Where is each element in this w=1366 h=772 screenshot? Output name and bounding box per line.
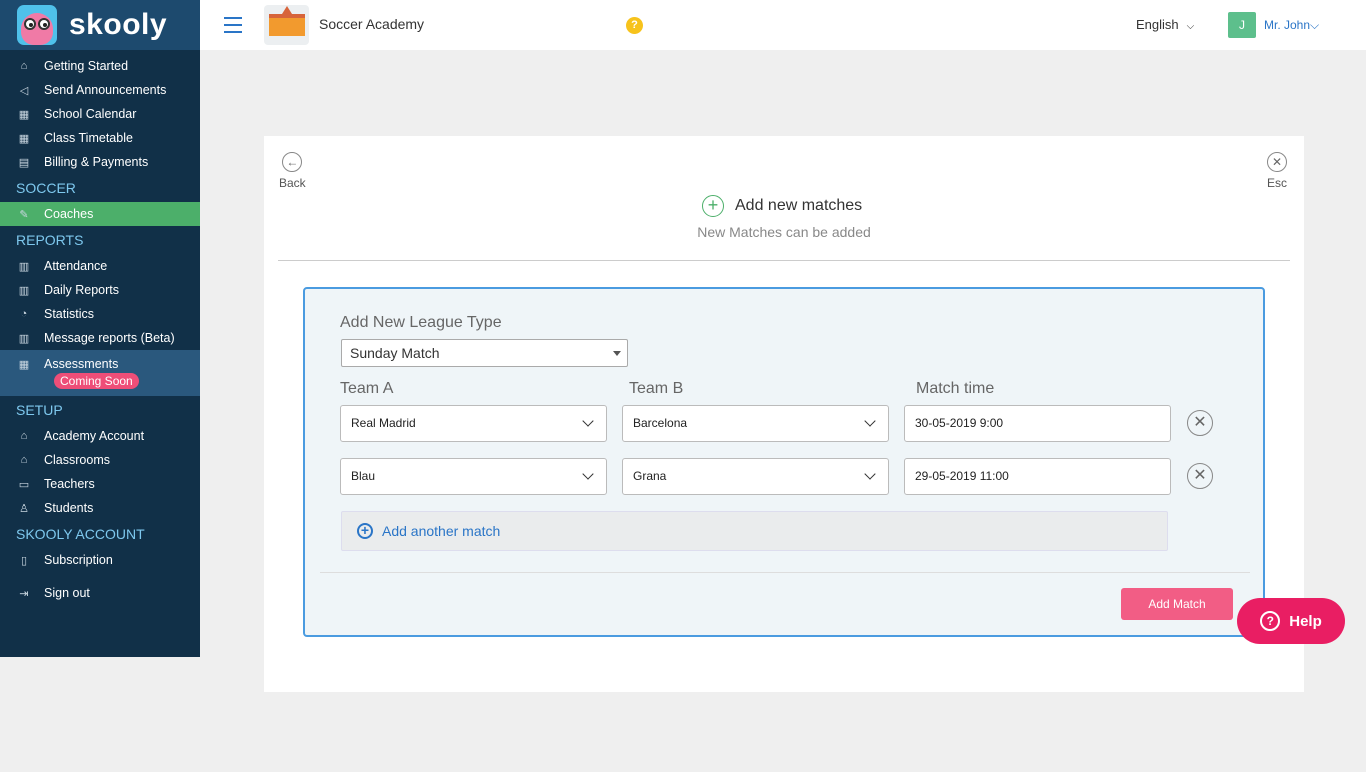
calendar-icon: ▦ bbox=[18, 358, 30, 371]
sidebar-item-teachers[interactable]: ▭ Teachers bbox=[0, 472, 200, 496]
coming-soon-badge: Coming Soon bbox=[54, 373, 139, 389]
team-b-select[interactable]: Grana bbox=[622, 458, 889, 495]
plus-circle-icon: + bbox=[702, 195, 724, 217]
sidebar: skooly ⌂ Getting Started ◁ Send Announceme… bbox=[0, 0, 200, 657]
sidebar-item-billing[interactable]: ▤ Billing & Payments bbox=[0, 150, 200, 174]
chevron-down-icon: ⌵ bbox=[1186, 21, 1195, 32]
chevron-down-icon bbox=[864, 468, 876, 480]
owl-logo-icon bbox=[17, 5, 57, 45]
hamburger-menu-icon[interactable] bbox=[224, 17, 242, 38]
sidebar-item-send-announcements[interactable]: ◁ Send Announcements bbox=[0, 78, 200, 102]
school-name: Soccer Academy bbox=[319, 16, 425, 32]
back-button[interactable]: ← Back bbox=[279, 152, 306, 190]
help-button[interactable]: ? Help bbox=[1237, 598, 1345, 644]
chevron-down-icon bbox=[864, 415, 876, 427]
add-matches-card: ← Back ✕ Esc + Add new matches New Match… bbox=[264, 136, 1304, 692]
league-type-label: Add New League Type bbox=[340, 314, 502, 331]
building-icon: ⌂ bbox=[20, 430, 28, 442]
avatar[interactable]: J bbox=[1228, 12, 1256, 38]
plus-circle-icon: + bbox=[357, 523, 373, 539]
team-a-select[interactable]: Real Madrid bbox=[340, 405, 607, 442]
sidebar-item-class-timetable[interactable]: ▦ Class Timetable bbox=[0, 126, 200, 150]
chevron-down-icon bbox=[582, 468, 594, 480]
section-skooly-account: SKOOLY ACCOUNT bbox=[16, 526, 145, 542]
caret-down-icon bbox=[613, 351, 621, 356]
sign-out-icon: ⇥ bbox=[19, 587, 29, 600]
match-time-label: Match time bbox=[916, 380, 995, 397]
card-subtitle: New Matches can be added bbox=[697, 224, 871, 240]
top-header: Soccer Academy ? English ⌵ J Mr. John⌵ bbox=[200, 0, 1366, 50]
league-type-select[interactable]: Sunday Match bbox=[341, 339, 628, 367]
section-reports: REPORTS bbox=[16, 232, 84, 248]
arrow-left-icon: ← bbox=[282, 152, 303, 172]
sidebar-item-school-calendar[interactable]: ▦ School Calendar bbox=[0, 102, 200, 126]
bookmark-icon: ▯ bbox=[20, 554, 28, 567]
megaphone-icon: ◁ bbox=[19, 84, 29, 97]
card-title-row: + Add new matches bbox=[702, 195, 862, 217]
match-form-panel: Add New League Type Sunday Match Team A … bbox=[303, 287, 1265, 637]
question-icon: ? bbox=[1260, 611, 1281, 631]
sidebar-item-subscription[interactable]: ▯ Subscription bbox=[0, 548, 200, 572]
add-another-match-button[interactable]: + Add another match bbox=[341, 511, 1168, 551]
brand-name: skooly bbox=[69, 8, 168, 41]
user-menu[interactable]: Mr. John⌵ bbox=[1264, 18, 1319, 33]
billing-icon: ▤ bbox=[18, 156, 30, 169]
match-time-input[interactable]: 30-05-2019 9:00 bbox=[904, 405, 1171, 442]
remove-match-close-icon[interactable]: ✕ bbox=[1187, 463, 1213, 489]
remove-match-close-icon[interactable]: ✕ bbox=[1187, 410, 1213, 436]
sidebar-item-assessments[interactable]: ▦ Assessments Coming Soon bbox=[0, 350, 200, 396]
report-icon: ▥ bbox=[18, 260, 30, 273]
teacher-icon: ▭ bbox=[18, 478, 30, 491]
home-icon: ⌂ bbox=[20, 60, 28, 72]
pie-chart-icon: ◔ bbox=[20, 308, 28, 320]
report-icon: ▥ bbox=[18, 332, 30, 345]
sidebar-item-attendance[interactable]: ▥ Attendance bbox=[0, 254, 200, 278]
sidebar-item-academy-account[interactable]: ⌂ Academy Account bbox=[0, 424, 200, 448]
classroom-icon: ⌂ bbox=[20, 454, 28, 466]
report-icon: ▥ bbox=[18, 284, 30, 297]
close-icon: ✕ bbox=[1267, 152, 1287, 172]
sidebar-item-statistics[interactable]: ◔ Statistics bbox=[0, 302, 200, 326]
language-selector[interactable]: English ⌵ bbox=[1136, 17, 1194, 32]
divider bbox=[278, 260, 1290, 261]
divider bbox=[320, 572, 1250, 573]
sidebar-item-daily-reports[interactable]: ▥ Daily Reports bbox=[0, 278, 200, 302]
add-match-button[interactable]: Add Match bbox=[1121, 588, 1233, 620]
sidebar-item-coaches[interactable]: ✎ Coaches bbox=[0, 202, 200, 226]
chevron-down-icon bbox=[582, 415, 594, 427]
student-icon: ♙ bbox=[19, 502, 29, 515]
match-time-input[interactable]: 29-05-2019 11:00 bbox=[904, 458, 1171, 495]
team-b-label: Team B bbox=[629, 380, 684, 397]
sidebar-item-students[interactable]: ♙ Students bbox=[0, 496, 200, 520]
sidebar-item-sign-out[interactable]: ⇥ Sign out bbox=[0, 581, 200, 605]
timetable-icon: ▦ bbox=[18, 132, 30, 145]
card-title: Add new matches bbox=[735, 197, 863, 214]
whistle-icon: ✎ bbox=[19, 208, 29, 221]
chevron-down-icon: ⌵ bbox=[1310, 18, 1320, 32]
sidebar-item-classrooms[interactable]: ⌂ Classrooms bbox=[0, 448, 200, 472]
section-soccer: SOCCER bbox=[16, 180, 76, 196]
help-badge-icon[interactable]: ? bbox=[626, 17, 643, 34]
calendar-icon: ▦ bbox=[18, 108, 30, 121]
sidebar-item-getting-started[interactable]: ⌂ Getting Started bbox=[0, 54, 200, 78]
team-b-select[interactable]: Barcelona bbox=[622, 405, 889, 442]
section-setup: SETUP bbox=[16, 402, 63, 418]
team-a-label: Team A bbox=[340, 380, 394, 397]
logo[interactable]: skooly bbox=[0, 0, 200, 50]
sidebar-item-message-reports[interactable]: ▥ Message reports (Beta) bbox=[0, 326, 200, 350]
esc-button[interactable]: ✕ Esc bbox=[1267, 152, 1287, 190]
school-icon bbox=[264, 5, 309, 45]
team-a-select[interactable]: Blau bbox=[340, 458, 607, 495]
